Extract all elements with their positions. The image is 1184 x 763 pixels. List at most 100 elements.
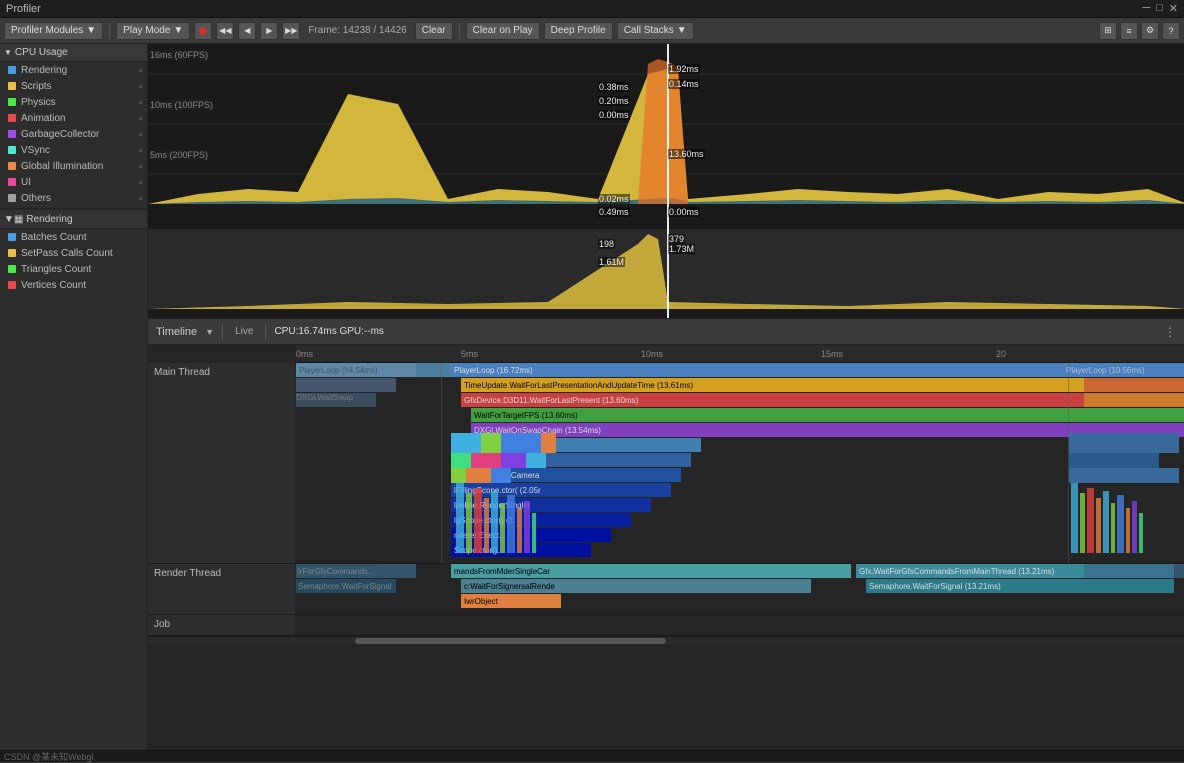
layout-btn-2[interactable]: ≡ — [1120, 22, 1138, 40]
ui-dot — [8, 178, 16, 186]
frame-info: Frame: 14238 / 14426 — [304, 25, 410, 36]
dropdown-icon: ▼ — [173, 25, 183, 36]
vertices-dot — [8, 281, 16, 289]
bar-left-1 — [296, 363, 416, 377]
h-scrollbar[interactable] — [148, 636, 1184, 644]
section-divider-left — [441, 363, 442, 563]
right-playerloop: PlayerLoop (10.56ms) — [1064, 363, 1184, 377]
tick-0ms: 0ms — [296, 349, 313, 359]
tick-10ms: 10ms — [641, 349, 663, 359]
timeline-live: Live — [231, 326, 257, 337]
bar-left-2 — [296, 378, 396, 392]
prev-btn[interactable]: ◀ — [238, 22, 256, 40]
sidebar-item-ui[interactable]: UI ≡ — [0, 174, 147, 190]
rt-right-1 — [1084, 564, 1184, 578]
sidebar-item-animation[interactable]: Animation ≡ — [0, 110, 147, 126]
timeline-menu-btn[interactable]: ⋮ — [1164, 325, 1176, 339]
timeline-dropdown-icon[interactable]: ▼ — [205, 327, 214, 337]
timeline-label: Timeline — [156, 326, 197, 338]
sidebar-item-vertices-count[interactable]: Vertices Count — [0, 277, 147, 293]
sidebar: ▼ CPU Usage Rendering ≡ Scripts ≡ Physic… — [0, 44, 148, 750]
rendering-arrow: ▼ — [4, 214, 14, 225]
clear-btn[interactable]: Clear — [415, 22, 453, 40]
help-btn[interactable]: ? — [1162, 22, 1180, 40]
tick-20ms: 20 — [996, 349, 1006, 359]
right-bar-4 — [1084, 408, 1184, 422]
right-bar-3 — [1084, 393, 1184, 407]
sidebar-item-setpass-count[interactable]: SetPass Calls Count — [0, 245, 147, 261]
render-thread-tracks: lrForGfsCommands... Semaphore.WaitForSig… — [296, 564, 1184, 614]
sidebar-item-rendering[interactable]: Rendering ≡ — [0, 62, 147, 78]
rt-left-2: Semaphore.WaitForSignal — [296, 579, 396, 593]
minimize-icon[interactable]: ─ — [1142, 2, 1150, 15]
ms-ann-0.20: 0.20ms — [598, 96, 630, 106]
bottom-credit: CSDN @某未知Webgl — [4, 750, 94, 763]
job-row: Job — [148, 615, 1184, 636]
profiler-modules-btn[interactable]: Profiler Modules ▼ — [4, 22, 103, 40]
section-divider-right — [1068, 363, 1069, 563]
setpass-dot — [8, 249, 16, 257]
others-dot — [8, 194, 16, 202]
ms-ann-379: 379 — [668, 234, 685, 244]
dropdown-icon: ▼ — [86, 25, 96, 36]
dropdown-icon: ▼ — [677, 25, 687, 36]
maximize-icon[interactable]: □ — [1156, 2, 1163, 15]
sidebar-divider — [0, 208, 147, 209]
prev-frame-btn[interactable]: ◀◀ — [216, 22, 234, 40]
settings-btn[interactable]: ⚙ — [1141, 22, 1159, 40]
tick-15ms: 15ms — [821, 349, 843, 359]
cpu-section-header[interactable]: ▼ CPU Usage — [0, 44, 147, 62]
record-dot — [199, 27, 207, 35]
deep-profile-btn[interactable]: Deep Profile — [544, 22, 613, 40]
rt-semaphore: Semaphore.WaitForSignal (13.21ms) — [866, 579, 1174, 593]
rt-main-2: c:WaitForSignersalRende — [461, 579, 811, 593]
performance-graph-svg — [148, 44, 1184, 318]
collapse-arrow: ▼ — [4, 48, 12, 57]
rt-main-3: IwrObject — [461, 594, 561, 608]
sidebar-item-vsync[interactable]: VSync ≡ — [0, 142, 147, 158]
sidebar-item-gc[interactable]: GarbageCollector ≡ — [0, 126, 147, 142]
next-btn[interactable]: ▶ — [260, 22, 278, 40]
layout-btn-1[interactable]: ⊞ — [1099, 22, 1117, 40]
call-stacks-btn[interactable]: Call Stacks ▼ — [617, 22, 694, 40]
ms-ann-13.60: 13.60ms — [668, 149, 705, 159]
timeline-sep — [222, 324, 223, 340]
sidebar-item-others[interactable]: Others ≡ — [0, 190, 147, 206]
clear-on-play-btn[interactable]: Clear on Play — [466, 22, 540, 40]
physics-dot — [8, 98, 16, 106]
h-scrollbar-thumb[interactable] — [355, 638, 666, 644]
rendering-section-header[interactable]: ▼ ▦ Rendering — [0, 211, 147, 229]
sidebar-item-physics[interactable]: Physics ≡ — [0, 94, 147, 110]
ms-ann-0.02: 0.02ms — [598, 194, 630, 204]
batches-dot — [8, 233, 16, 241]
render-thread-label: Render Thread — [148, 564, 296, 614]
time-ruler: 0ms 5ms 10ms 15ms 20 — [296, 345, 1184, 363]
play-mode-btn[interactable]: Play Mode ▼ — [116, 22, 190, 40]
sidebar-item-batches-count[interactable]: Batches Count — [0, 229, 147, 245]
waitfortargetfps-bar: WaitForTargetFPS (13.60ms) — [471, 408, 1184, 422]
content-area: 16ms (60FPS) 10ms (100FPS) 5ms (200FPS) … — [148, 44, 1184, 750]
timeline-content[interactable]: 0ms 5ms 10ms 15ms 20 Main Thread PlayerL… — [148, 345, 1184, 750]
record-btn[interactable] — [194, 22, 212, 40]
sidebar-item-scripts[interactable]: Scripts ≡ — [0, 78, 147, 94]
rendering-dot — [8, 66, 16, 74]
fps-label-200: 5ms (200FPS) — [150, 150, 208, 160]
bottom-bar: CSDN @某未知Webgl — [0, 750, 1184, 762]
next-frame-btn[interactable]: ▶▶ — [282, 22, 300, 40]
ms-ann-0.00a: 0.00ms — [598, 110, 630, 120]
toolbar-separator-2 — [459, 23, 460, 39]
timeline-area: Timeline ▼ Live CPU:16.74ms GPU:--ms ⋮ 0… — [148, 319, 1184, 750]
perf-graph[interactable]: 16ms (60FPS) 10ms (100FPS) 5ms (200FPS) … — [148, 44, 1184, 319]
sidebar-item-gi[interactable]: Global Illumination ≡ — [0, 158, 147, 174]
main-layout: ▼ CPU Usage Rendering ≡ Scripts ≡ Physic… — [0, 44, 1184, 750]
rt-main-1: mandsFromMderSingleCar — [451, 564, 851, 578]
toolbar-separator-1 — [109, 23, 110, 39]
timeupdate-bar: TimeUpdate.WaitForLastPresentationAndUpd… — [461, 378, 1184, 392]
ms-ann-0.49: 0.49ms — [598, 207, 630, 217]
triangles-dot — [8, 265, 16, 273]
ms-ann-0.38: 0.38ms — [598, 82, 630, 92]
sidebar-item-triangles-count[interactable]: Triangles Count — [0, 261, 147, 277]
main-thread-label: Main Thread — [148, 363, 296, 563]
ms-ann-1.61M: 1.61M — [598, 257, 625, 267]
close-icon[interactable]: ✕ — [1169, 2, 1178, 15]
